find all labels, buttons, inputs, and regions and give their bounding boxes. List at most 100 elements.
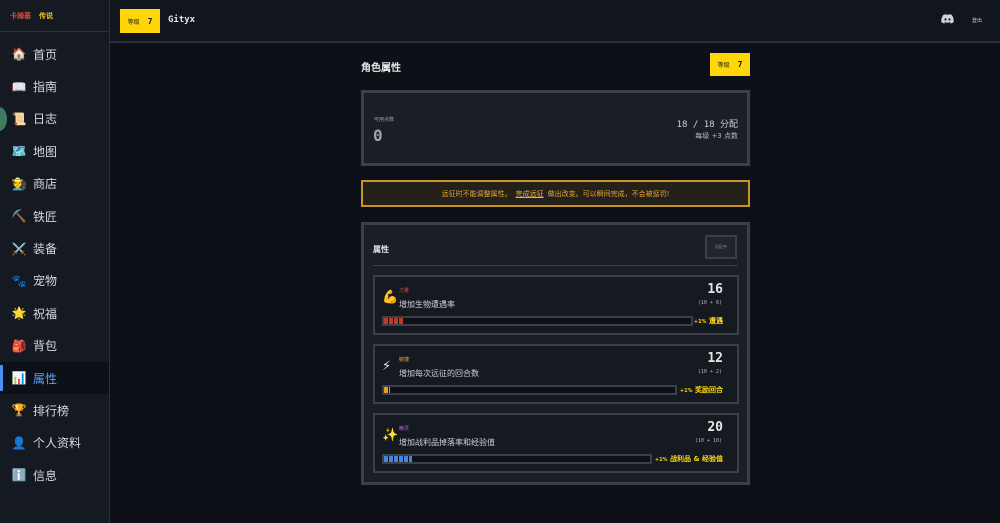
attribute-progress-bar xyxy=(382,316,693,326)
attribute-bonus: +1% 战利品 & 经验值 xyxy=(655,454,723,464)
sidebar-item-blessings[interactable]: 🌟 祝福 xyxy=(0,297,109,329)
level-value: 7 xyxy=(147,16,153,26)
bonus-percent: +1% xyxy=(654,457,668,463)
flexed-biceps-icon: 💪 xyxy=(382,290,399,305)
sidebar-item-info[interactable]: ℹ️ 信息 xyxy=(0,459,109,491)
attribute-bonus: +1% 奖励回合 xyxy=(680,385,723,395)
sidebar-item-label: 信息 xyxy=(33,468,58,483)
sidebar-item-label: 日志 xyxy=(33,112,58,127)
sidebar-item-label: 首页 xyxy=(33,47,58,62)
info-icon: ℹ️ xyxy=(11,468,27,483)
sidebar-item-label: 商店 xyxy=(33,177,58,192)
attribute-description: 增加战利品掉落率和经验值 xyxy=(399,438,495,447)
attribute-breakdown: (10 + 2) xyxy=(697,369,722,375)
level-badge: 等级 7 xyxy=(120,9,160,33)
sidebar-item-label: 排行榜 xyxy=(33,403,70,418)
sidebar-item-map[interactable]: 🗺️ 地图 xyxy=(0,135,109,167)
attributes-title: 属性 xyxy=(373,245,389,254)
expedition-warning: 远征时不能调整属性。 完成远征 做出改变。可以瞬间完成，不会被惩罚! xyxy=(361,180,750,207)
warning-prefix: 远征时不能调整属性。 xyxy=(441,189,512,198)
sidebar-item-home[interactable]: 🏠 首页 xyxy=(0,38,109,70)
available-points-value: 0 xyxy=(373,126,383,145)
discord-icon[interactable] xyxy=(941,14,954,24)
pickaxe-icon: ⛏️ xyxy=(11,209,27,224)
sidebar-item-label: 祝福 xyxy=(33,306,58,321)
sidebar-item-attributes[interactable]: 📊 属性 xyxy=(0,361,109,395)
bar-chart-icon: 📊 xyxy=(11,371,27,386)
sidebar-item-backpack[interactable]: 🎒 背包 xyxy=(0,330,109,362)
page-title: 角色属性 xyxy=(361,63,401,74)
sidebar-item-label: 背包 xyxy=(33,339,58,354)
points-per-level: 每级 +3 点数 xyxy=(695,132,738,140)
attribute-spirit: ✨ 精灵 增加战利品掉落率和经验值 20 (10 + 10) +1% 战利品 &… xyxy=(373,413,739,473)
brand[interactable]: 卡姆基 传说 xyxy=(0,0,109,32)
player-name: Gityx xyxy=(168,15,196,25)
attribute-breakdown: (10 + 10) xyxy=(694,438,722,444)
main-content: 角色属性 等级 7 可用点数 0 18 / 18 分配 每级 +3 点数 远征时… xyxy=(361,53,750,485)
attribute-strength: 💪 力量 增加生物遭遇率 16 (10 + 6) +1% 遭遇 xyxy=(373,275,739,335)
star-icon: 🌟 xyxy=(11,306,27,321)
topbar: 等级 7 Gityx 登出 xyxy=(110,0,1000,43)
sidebar-item-equipment[interactable]: ⚔️ 装备 xyxy=(0,232,109,264)
trophy-icon: 🏆 xyxy=(11,403,27,418)
attribute-breakdown: (10 + 6) xyxy=(697,300,722,306)
sidebar-item-label: 指南 xyxy=(33,80,58,95)
divider xyxy=(373,265,738,266)
bonus-text: 遭遇 xyxy=(709,317,723,325)
backpack-icon: 🎒 xyxy=(11,338,27,353)
sidebar-item-pets[interactable]: 🐾 宠物 xyxy=(0,265,109,297)
bonus-percent: +1% xyxy=(693,319,707,325)
attribute-progress-bar xyxy=(382,385,677,395)
sidebar-item-label: 个人资料 xyxy=(33,436,82,451)
title-row: 角色属性 等级 7 xyxy=(361,53,750,77)
points-card: 可用点数 0 18 / 18 分配 每级 +3 点数 xyxy=(361,90,750,166)
user-icon: 👤 xyxy=(11,435,27,450)
paw-icon: 🐾 xyxy=(11,273,27,288)
attribute-value: 12 xyxy=(707,351,723,366)
complete-expedition-link[interactable]: 完成远征 xyxy=(516,189,544,199)
scroll-icon: 📜 xyxy=(11,111,27,126)
allocated-points: 18 / 18 分配 xyxy=(676,120,738,130)
progress-fill xyxy=(384,318,404,324)
attribute-agility: ⚡ 敏捷 增加每次远征的回合数 12 (10 + 2) +1% 奖励回合 xyxy=(373,344,739,404)
level-label: 等级 xyxy=(717,62,730,69)
level-value: 7 xyxy=(737,60,743,69)
attribute-description: 增加生物遭遇率 xyxy=(399,300,455,309)
page-level-badge: 等级 7 xyxy=(710,53,750,76)
brand-name: 卡姆基 xyxy=(10,11,31,20)
attributes-card: 属性 远征中 💪 力量 增加生物遭遇率 16 (10 + 6) +1% 遭遇 ⚡… xyxy=(361,222,750,485)
sidebar-item-log[interactable]: 📜 日志 xyxy=(0,103,109,135)
attribute-description: 增加每次远征的回合数 xyxy=(399,369,479,378)
attribute-name: 敏捷 xyxy=(399,357,410,363)
sidebar-item-label: 属性 xyxy=(33,371,58,386)
attribute-progress-bar xyxy=(382,454,652,464)
progress-fill xyxy=(384,387,391,393)
merchant-icon: 🧑‍🌾 xyxy=(11,176,27,191)
sidebar-item-shop[interactable]: 🧑‍🌾 商店 xyxy=(0,168,109,200)
sidebar-item-blacksmith[interactable]: ⛏️ 铁匠 xyxy=(0,200,109,232)
sidebar-item-label: 地图 xyxy=(33,144,58,159)
bonus-percent: +1% xyxy=(679,388,693,394)
sidebar-item-guide[interactable]: 📖 指南 xyxy=(0,70,109,102)
sidebar-item-leaderboard[interactable]: 🏆 排行榜 xyxy=(0,394,109,426)
attribute-bonus: +1% 遭遇 xyxy=(694,316,723,326)
attribute-name: 精灵 xyxy=(399,426,410,432)
sparkles-icon: ✨ xyxy=(382,428,399,443)
nav-menu: 🏠 首页 📖 指南 📜 日志 🗺️ 地图 🧑‍🌾 商店 ⛏️ 铁匠 ⚔️ 装备 🐾 宠物 🌟 祝福… xyxy=(0,38,109,491)
attribute-name: 力量 xyxy=(399,288,410,294)
available-points-label: 可用点数 xyxy=(374,117,395,123)
sidebar: 卡姆基 传说 🏠 首页 📖 指南 📜 日志 🗺️ 地图 🧑‍🌾 商店 ⛏️ 铁匠 ⚔️ 装备 … xyxy=(0,0,110,523)
logout-button[interactable]: 登出 xyxy=(972,17,982,24)
crossed-swords-icon: ⚔️ xyxy=(11,241,27,256)
map-icon: 🗺️ xyxy=(11,144,27,159)
attribute-value: 20 xyxy=(707,420,723,435)
bonus-text: 奖励回合 xyxy=(695,386,723,394)
brand-tier: 传说 xyxy=(39,11,53,20)
sidebar-item-label: 铁匠 xyxy=(33,209,58,224)
level-label: 等级 xyxy=(127,18,140,26)
bonus-text: 战利品 & 经验值 xyxy=(670,455,723,463)
sidebar-item-profile[interactable]: 👤 个人资料 xyxy=(0,427,109,459)
sidebar-item-label: 宠物 xyxy=(33,274,58,289)
expedition-status-button[interactable]: 远征中 xyxy=(705,235,737,259)
warning-suffix: 做出改变。可以瞬间完成，不会被惩罚! xyxy=(547,189,670,198)
